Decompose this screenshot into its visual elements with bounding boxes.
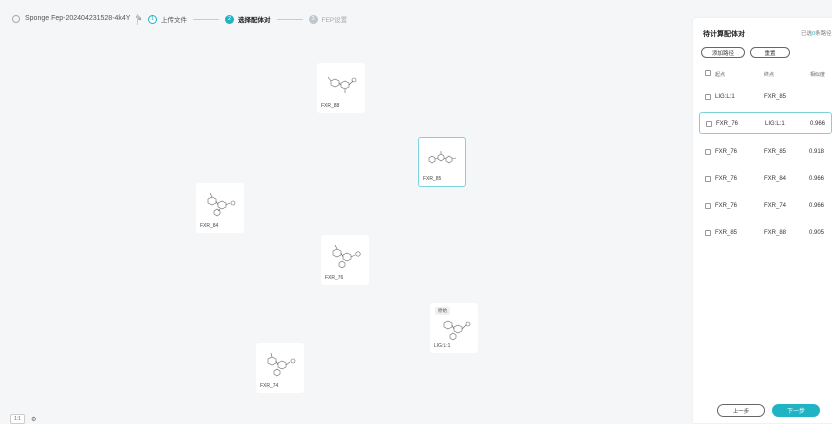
similarity-cell: 0.966 [810, 121, 826, 127]
table-row[interactable]: FXR_76 LIG:L:1 0.966 [699, 112, 832, 134]
table-row[interactable]: FXR_85 FXR_88 0.905 [701, 223, 829, 245]
column-header: 终点 [764, 72, 775, 78]
table-row[interactable]: FXR_76 FXR_74 0.966 [701, 196, 829, 218]
start-cell: FXR_85 [715, 230, 738, 236]
table-row[interactable]: LIG:L:1 FXR_85 [701, 87, 829, 109]
project-name: Sponge Fep-20240423152​8-4k4Y [25, 15, 131, 22]
step-upload[interactable]: 1 上传文件 [148, 14, 187, 24]
molecule-structure-icon [443, 320, 471, 341]
ligand-node-fxr-84[interactable]: FXR_84 [196, 183, 244, 233]
node-label: FXR_88 [321, 103, 340, 109]
ligand-node-lig-l-1[interactable]: 原始 LIG:L:1 [430, 303, 478, 353]
panel-title: 待计算配体对 [703, 31, 745, 38]
start-cell: FXR_76 [716, 121, 739, 127]
molecule-structure-icon [428, 151, 457, 164]
step-indicator: 1 上传文件 2 选择配体对 3 FEP设置 [148, 14, 347, 24]
end-cell: FXR_84 [764, 176, 787, 182]
step-fep-settings[interactable]: 3 FEP设置 [308, 14, 348, 24]
end-cell: FXR_85 [764, 149, 787, 155]
similarity-cell: 0.966 [809, 176, 825, 182]
molecule-structure-icon [267, 352, 296, 377]
reset-button[interactable]: 重置 [750, 47, 790, 58]
node-label: FXR_76 [325, 275, 344, 281]
row-checkbox[interactable] [705, 176, 711, 182]
ligand-node-fxr-85[interactable]: FXR_85 [418, 137, 466, 187]
start-cell: FXR_76 [715, 176, 738, 182]
end-cell: LIG:L:1 [765, 121, 785, 127]
row-checkbox[interactable] [705, 230, 711, 236]
table-row[interactable]: FXR_76 FXR_84 0.966 [701, 169, 829, 191]
add-path-button[interactable]: 添加路径 [701, 47, 745, 58]
node-label: FXR_84 [200, 223, 219, 229]
row-checkbox[interactable] [705, 94, 711, 100]
top-bar: Sponge Fep-20240423152​8-4k4Y ✎ 1 上传文件 2… [0, 0, 690, 40]
step-connector [193, 18, 219, 20]
step-label: 选择配体对 [238, 17, 271, 24]
divider [137, 14, 138, 25]
pairs-panel: 待计算配体对 已选0条路径 添加路径 重置 起点 终点 相似度 LIG:L:1 … [693, 18, 832, 423]
ligand-node-fxr-74[interactable]: FXR_74 [256, 343, 304, 393]
row-checkbox[interactable] [706, 121, 712, 127]
molecule-structure-icon [207, 192, 236, 217]
project-icon [12, 14, 20, 23]
node-label: FXR_74 [260, 383, 279, 389]
node-label: FXR_85 [423, 176, 442, 182]
selected-count-text: 已选0条路径 [801, 31, 832, 37]
project-title: Sponge Fep-20240423152​8-4k4Y ✎ [12, 14, 142, 23]
similarity-cell: 0.918 [809, 149, 825, 155]
step-select-pairs[interactable]: 2 选择配体对 [225, 14, 271, 24]
node-label: LIG:L:1 [434, 343, 451, 349]
molecule-structure-icon [332, 244, 361, 269]
end-cell: FXR_74 [764, 203, 787, 209]
end-cell: FXR_88 [764, 230, 787, 236]
end-cell: FXR_85 [764, 94, 787, 100]
row-checkbox[interactable] [705, 203, 711, 209]
ligand-node-fxr-88[interactable]: FXR_88 [317, 63, 365, 113]
step-connector [276, 18, 303, 20]
prev-step-button[interactable]: 上一步 [717, 404, 765, 417]
row-checkbox[interactable] [705, 149, 711, 155]
ligand-node-fxr-76[interactable]: FXR_76 [321, 235, 369, 285]
step-number: 1 [148, 14, 157, 24]
column-header: 相似度 [810, 72, 826, 78]
select-all-checkbox[interactable] [705, 70, 711, 76]
step-label: 上传文件 [161, 17, 187, 24]
molecule-structure-icon [327, 76, 357, 93]
next-step-button[interactable]: 下一步 [772, 404, 820, 417]
step-label: FEP设置 [321, 17, 348, 24]
settings-icon[interactable]: ⚙ [31, 416, 36, 423]
table-row[interactable]: FXR_76 FXR_85 0.918 [701, 142, 829, 164]
start-cell: FXR_76 [715, 203, 738, 209]
step-number: 3 [308, 14, 318, 24]
similarity-cell: 0.966 [809, 203, 825, 209]
similarity-cell: 0.905 [809, 230, 825, 236]
step-number: 2 [225, 14, 234, 24]
column-header: 起点 [715, 72, 726, 78]
start-cell: FXR_76 [715, 149, 738, 155]
start-cell: LIG:L:1 [715, 94, 735, 100]
